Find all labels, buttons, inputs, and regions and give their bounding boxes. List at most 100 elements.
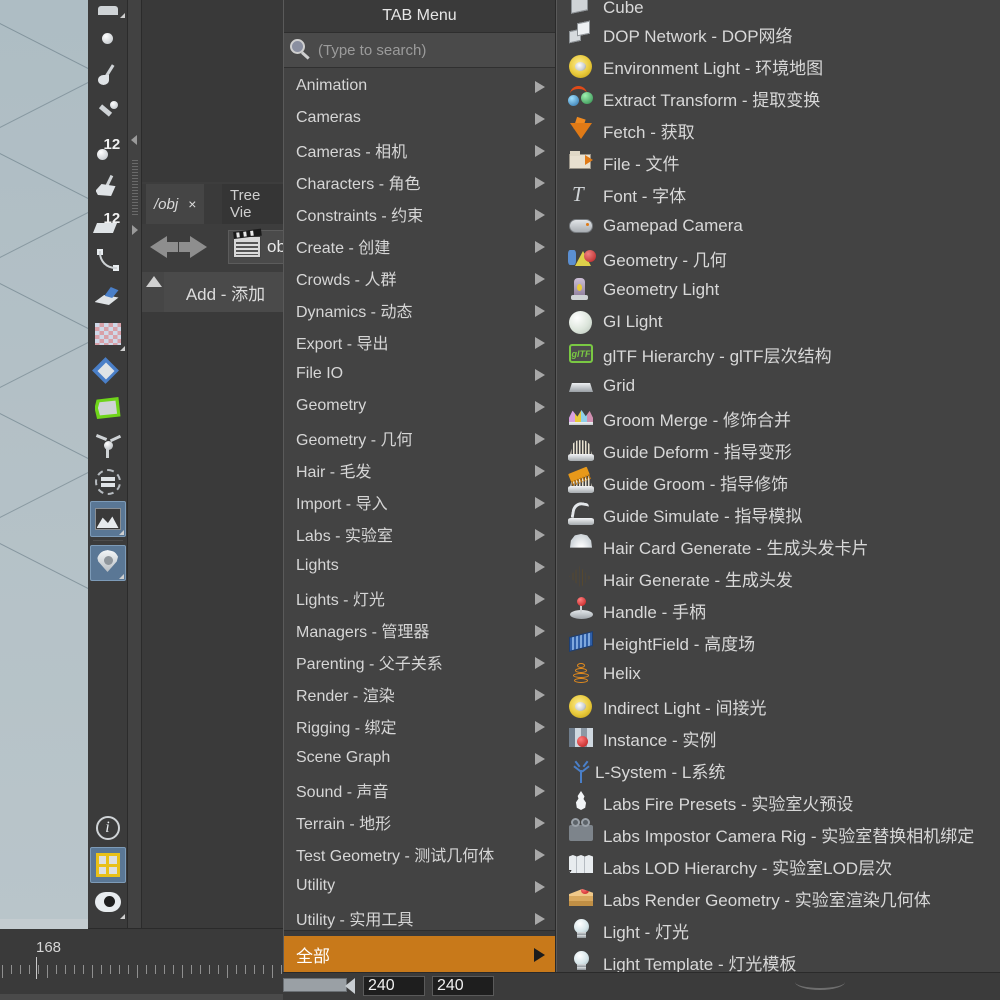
collapse-left-icon[interactable]: [131, 135, 137, 145]
collapse-right-icon[interactable]: [132, 225, 138, 235]
bevel-tool[interactable]: [90, 353, 126, 389]
submenu-item[interactable]: Extract Transform - 提取变换: [557, 82, 1000, 114]
submenu-item[interactable]: Labs Impostor Camera Rig - 实验室替换相机绑定: [557, 818, 1000, 850]
submenu-item[interactable]: T Font - 字体: [557, 178, 1000, 210]
menu-item[interactable]: Parenting - 父子关系: [284, 646, 555, 678]
curve-tool[interactable]: [90, 242, 126, 278]
submenu-item[interactable]: Grid: [557, 370, 1000, 402]
uv-tool[interactable]: [90, 316, 126, 352]
submenu-item[interactable]: Groom Merge - 修饰合并: [557, 402, 1000, 434]
menu-item[interactable]: Sound - 声音: [284, 774, 555, 806]
add-button[interactable]: Add - 添加: [164, 272, 287, 312]
submenu-item[interactable]: HeightField - 高度场: [557, 626, 1000, 658]
menu-item[interactable]: Lights - 灯光: [284, 582, 555, 614]
submenu-item[interactable]: Hair Generate - 生成头发: [557, 562, 1000, 594]
menu-item[interactable]: Crowds - 人群: [284, 262, 555, 294]
submenu-item[interactable]: Instance - 实例: [557, 722, 1000, 754]
submenu-item[interactable]: Light - 灯光: [557, 914, 1000, 946]
timeline-panel[interactable]: 168: [0, 919, 283, 1000]
tab-obj[interactable]: /obj ×: [146, 184, 205, 224]
submenu-item[interactable]: Fetch - 获取: [557, 114, 1000, 146]
search-input-placeholder[interactable]: (Type to search): [318, 42, 426, 59]
menu-item[interactable]: Utility - 实用工具: [284, 902, 555, 930]
submenu-item[interactable]: Helix: [557, 658, 1000, 690]
menu-item[interactable]: Geometry: [284, 390, 555, 422]
tab-tree-view[interactable]: Tree Vie: [222, 184, 287, 224]
visibility-tool[interactable]: [90, 884, 126, 920]
submenu-item[interactable]: glTF glTF Hierarchy - glTF层次结构: [557, 338, 1000, 370]
submenu-item[interactable]: Geometry Light: [557, 274, 1000, 306]
layout-tool[interactable]: [89, 847, 126, 883]
menu-item[interactable]: Scene Graph: [284, 742, 555, 774]
submenu-item[interactable]: Cube: [557, 0, 1000, 18]
material-tool[interactable]: [89, 501, 126, 537]
submenu-item[interactable]: Labs Fire Presets - 实验室火预设: [557, 786, 1000, 818]
joint-tool[interactable]: [90, 427, 126, 463]
submenu-item[interactable]: z Labs LOD Hierarchy - 实验室LOD层次: [557, 850, 1000, 882]
paint-tool[interactable]: [90, 57, 126, 93]
info-tool[interactable]: i: [90, 810, 126, 846]
submenu-item[interactable]: Gamepad Camera: [557, 210, 1000, 242]
submenu-item[interactable]: File - 文件: [557, 146, 1000, 178]
range-slider-knob[interactable]: [345, 978, 355, 994]
range-end-field[interactable]: 240: [432, 976, 494, 996]
menu-item[interactable]: Import - 导入: [284, 486, 555, 518]
menu-item[interactable]: Geometry - 几何: [284, 422, 555, 454]
menu-item[interactable]: Lights: [284, 550, 555, 582]
menu-item[interactable]: Managers - 管理器: [284, 614, 555, 646]
panel-collapse-strip[interactable]: [128, 0, 142, 928]
timeline-playhead[interactable]: [36, 957, 37, 979]
point-tool[interactable]: [90, 20, 126, 56]
menu-item[interactable]: Dynamics - 动态: [284, 294, 555, 326]
range-start-field[interactable]: 240: [363, 976, 425, 996]
network-lower-area[interactable]: [142, 312, 287, 928]
menu-item[interactable]: Characters - 角色: [284, 166, 555, 198]
menu-item[interactable]: Cameras - 相机: [284, 134, 555, 166]
point-number-tool[interactable]: 12: [90, 131, 126, 167]
deform-tool[interactable]: [90, 390, 126, 426]
close-icon[interactable]: ×: [188, 196, 196, 212]
submenu-item[interactable]: Guide Deform - 指导变形: [557, 434, 1000, 466]
locator-tool[interactable]: [89, 545, 126, 581]
submenu-item[interactable]: Light Template - 灯光模板: [557, 946, 1000, 972]
range-slider[interactable]: [283, 978, 355, 994]
submenu-item[interactable]: Labs Render Geometry - 实验室渲染几何体: [557, 882, 1000, 914]
tab-menu-search-row[interactable]: (Type to search): [284, 33, 555, 68]
submenu-item[interactable]: Handle - 手柄: [557, 594, 1000, 626]
submenu-item[interactable]: DOP Network - DOP网络: [557, 18, 1000, 50]
3d-viewport[interactable]: [0, 0, 88, 928]
panel-resize-grip[interactable]: [132, 160, 138, 215]
menu-item[interactable]: Hair - 毛发: [284, 454, 555, 486]
nav-back-icon[interactable]: [150, 236, 178, 258]
menu-item[interactable]: Create - 创建: [284, 230, 555, 262]
menu-item[interactable]: Test Geometry - 测试几何体: [284, 838, 555, 870]
submenu-item[interactable]: L-System - L系统: [557, 754, 1000, 786]
primitive-number-tool[interactable]: 12: [90, 205, 126, 241]
submenu-item[interactable]: Environment Light - 环境地图: [557, 50, 1000, 82]
menu-item[interactable]: Animation: [284, 70, 555, 102]
menu-item[interactable]: Cameras: [284, 102, 555, 134]
menu-item[interactable]: File IO: [284, 358, 555, 390]
nav-forward-icon[interactable]: [179, 236, 207, 258]
menu-item[interactable]: Render - 渲染: [284, 678, 555, 710]
menu-item[interactable]: Constraints - 约束: [284, 198, 555, 230]
submenu-item[interactable]: Geometry - 几何: [557, 242, 1000, 274]
submenu-item[interactable]: Indirect Light - 间接光: [557, 690, 1000, 722]
stroke-tool[interactable]: [90, 94, 126, 130]
scroll-up-icon[interactable]: [146, 276, 162, 287]
stack-tool[interactable]: [90, 464, 126, 500]
menu-item[interactable]: Terrain - 地形: [284, 806, 555, 838]
submenu-item[interactable]: Hair Card Generate - 生成头发卡片: [557, 530, 1000, 562]
menu-item[interactable]: Utility: [284, 870, 555, 902]
submenu-item[interactable]: GI Light: [557, 306, 1000, 338]
submenu-item[interactable]: Guide Groom - 指导修饰: [557, 466, 1000, 498]
sculpt-tool[interactable]: [90, 168, 126, 204]
network-canvas[interactable]: [142, 0, 287, 182]
surface-tool[interactable]: [90, 279, 126, 315]
tool-overflow-top[interactable]: [90, 1, 126, 19]
menu-item[interactable]: Rigging - 绑定: [284, 710, 555, 742]
menu-item[interactable]: Export - 导出: [284, 326, 555, 358]
menu-item-all[interactable]: 全部: [284, 936, 555, 972]
timeline-scrollbar[interactable]: [0, 919, 88, 929]
menu-item[interactable]: Labs - 实验室: [284, 518, 555, 550]
